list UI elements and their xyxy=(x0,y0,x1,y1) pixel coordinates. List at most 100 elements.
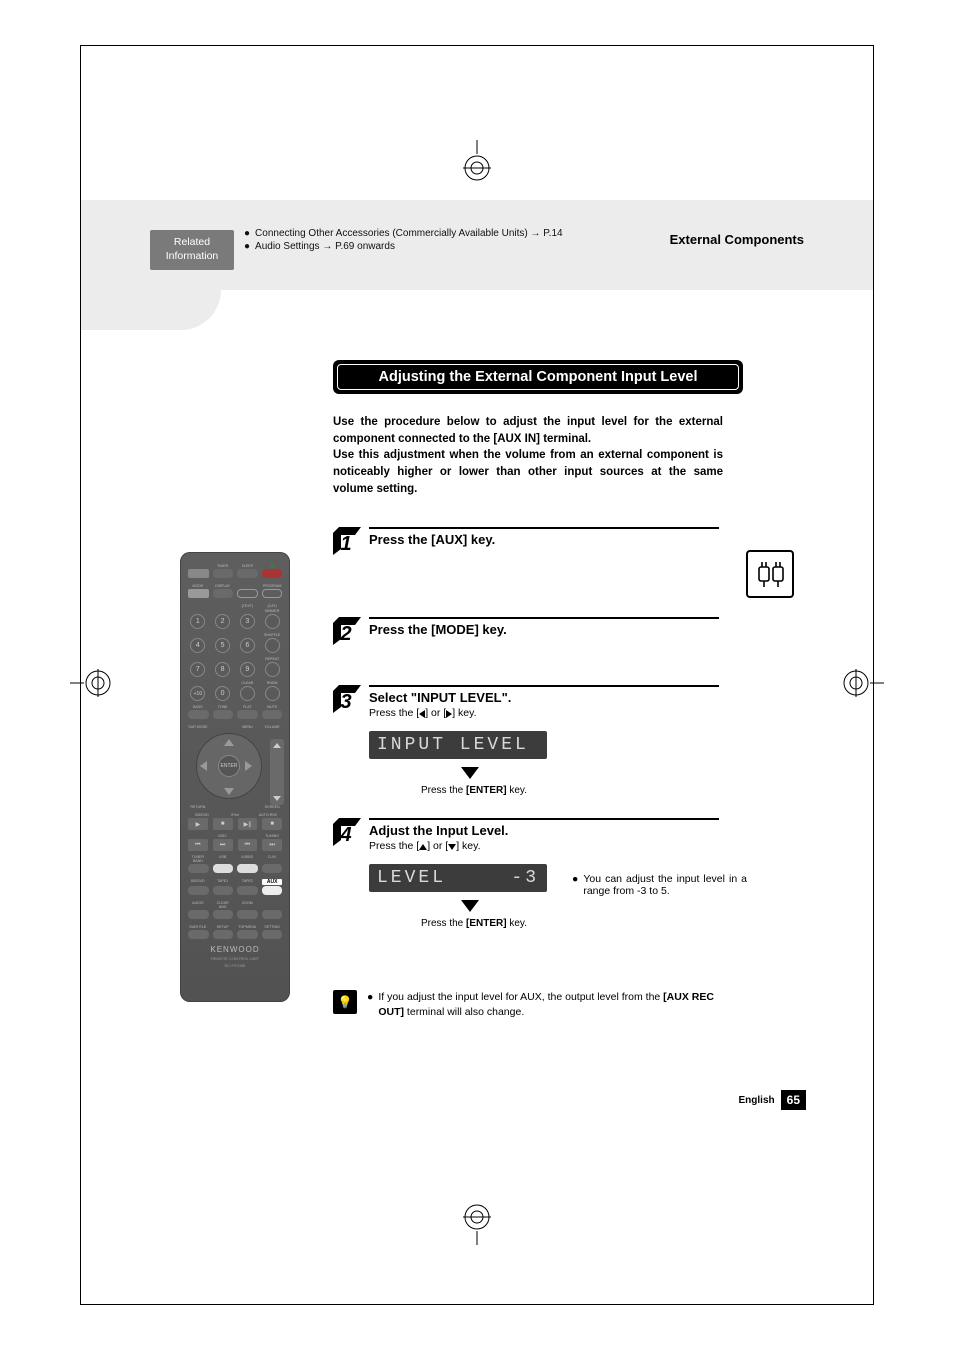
remote-prev-button[interactable]: ⏮ xyxy=(188,839,208,851)
remote-dpad[interactable]: ENTER xyxy=(188,733,282,801)
remote-next-button[interactable]: ⏭ xyxy=(213,839,233,851)
lcd-display-level: LEVEL -3 xyxy=(369,864,547,892)
step3-enter: Press the [ENTER] key. xyxy=(421,785,719,796)
remote-logo: KENWOOD xyxy=(188,945,282,954)
remote-num-6[interactable]: 6 xyxy=(240,638,255,653)
remote-num-1[interactable]: 1 xyxy=(190,614,205,629)
crop-mark-left xyxy=(70,660,116,706)
remote-sleep-button[interactable] xyxy=(237,569,258,578)
remote-playpause-button[interactable]: ▶∥ xyxy=(238,818,258,830)
remote-usb-button[interactable] xyxy=(213,864,234,873)
remote-num-2[interactable]: 2 xyxy=(215,614,230,629)
remote-dimmer-button[interactable] xyxy=(265,614,280,629)
remote-clear-button[interactable] xyxy=(240,686,255,701)
related-notes: ●Connecting Other Accessories (Commercia… xyxy=(244,228,563,254)
remote-din-button[interactable] xyxy=(262,864,283,873)
remote-num-9[interactable]: 9 xyxy=(240,662,255,677)
remote-num-4[interactable]: 4 xyxy=(190,638,205,653)
intro-text: Use the procedure below to adjust the in… xyxy=(333,414,723,497)
footer-lang: English xyxy=(739,1095,775,1106)
step3-sub: Press the [] or [] key. xyxy=(369,707,719,719)
step1-title: Press the [AUX] key. xyxy=(369,532,719,547)
remote-power-button[interactable] xyxy=(262,569,283,578)
crop-mark-top xyxy=(454,140,500,186)
remote-display-button[interactable] xyxy=(213,589,234,598)
svg-text:4: 4 xyxy=(339,824,351,846)
remote-repeat-button[interactable] xyxy=(265,662,280,677)
step4-enter: Press the [ENTER] key. xyxy=(421,918,719,929)
remote-ff-button[interactable]: ⏭ xyxy=(262,839,282,851)
remote-zoom-button[interactable] xyxy=(237,910,258,919)
remote-rew-button[interactable]: ⏮ xyxy=(238,839,258,851)
remote-tone-button[interactable] xyxy=(213,710,234,719)
up-arrow-icon xyxy=(419,844,427,850)
remote-eject-button[interactable] xyxy=(188,569,209,578)
remote-tuner-button[interactable] xyxy=(188,864,209,873)
remote-enter-button[interactable]: ENTER xyxy=(218,755,240,777)
tip-icon: 💡 xyxy=(333,990,357,1014)
remote-clearang-button[interactable] xyxy=(213,910,234,919)
remote-audio-button[interactable] xyxy=(188,910,209,919)
related-line2: Information xyxy=(166,250,219,264)
remote-sublogo2: RC-F0705E xyxy=(188,963,282,968)
remote-timer-button[interactable] xyxy=(213,569,234,578)
remote-flat-button[interactable] xyxy=(237,710,258,719)
step-badge-3: 3 xyxy=(333,685,361,713)
remote-tape1-button[interactable] xyxy=(213,886,234,895)
remote-volume-rocker[interactable] xyxy=(270,739,284,805)
remote-num-3[interactable]: 3 xyxy=(240,614,255,629)
remote-iusb-button[interactable] xyxy=(237,864,258,873)
step4-title: Adjust the Input Level. xyxy=(369,823,719,838)
remote-program-button[interactable] xyxy=(262,589,283,598)
remote-setup-button[interactable] xyxy=(213,930,234,939)
remote-stop-button[interactable]: ■ xyxy=(213,818,233,830)
remote-bass-button[interactable] xyxy=(188,710,209,719)
range-note: ●You can adjust the input level in a ran… xyxy=(572,873,747,897)
remote-mute-button[interactable] xyxy=(262,710,283,719)
remote-sublogo1: REMOTE CONTROL UNIT xyxy=(188,956,282,961)
remote-num-plus10[interactable]: +10 xyxy=(190,686,205,701)
svg-text:2: 2 xyxy=(339,623,351,645)
main-title-pill: Adjusting the External Component Input L… xyxy=(333,360,743,394)
step-badge-2: 2 xyxy=(333,617,361,645)
related-info-badge: Related Information xyxy=(150,230,234,270)
page-footer: English 65 xyxy=(739,1090,806,1110)
tip-text: ● If you adjust the input level for AUX,… xyxy=(367,990,733,1019)
remote-subtitle-button[interactable] xyxy=(188,930,209,939)
related-note-0: Connecting Other Accessories (Commercial… xyxy=(255,228,563,239)
step4-sub: Press the [] or [] key. xyxy=(369,840,719,852)
remote-control: TIMERSLEEP⏻ MODEDISPLAYPROGRAM (TEXT)(CA… xyxy=(180,552,290,1002)
crop-mark-bottom xyxy=(454,1199,500,1245)
remote-num-8[interactable]: 8 xyxy=(215,662,230,677)
remote-stop2-button[interactable]: ■ xyxy=(262,818,282,830)
down-arrow-icon-2 xyxy=(461,900,719,912)
main-title: Adjusting the External Component Input L… xyxy=(337,364,739,390)
remote-bddvd-button[interactable] xyxy=(188,886,209,895)
remote-setting-button[interactable] xyxy=(262,930,283,939)
remote-topmenu-button[interactable] xyxy=(237,930,258,939)
down-arrow-icon xyxy=(461,767,719,779)
plug-icon xyxy=(746,550,794,598)
remote-text-button[interactable] xyxy=(237,589,258,598)
section-title: External Components xyxy=(670,232,804,247)
remote-blank-button[interactable] xyxy=(262,910,283,919)
remote-rndm-button[interactable] xyxy=(265,686,280,701)
remote-num-5[interactable]: 5 xyxy=(215,638,230,653)
related-line1: Related xyxy=(174,236,210,250)
remote-aux-button[interactable] xyxy=(262,886,283,895)
page-number: 65 xyxy=(781,1090,806,1110)
step-badge-4: 4 xyxy=(333,818,361,846)
crop-mark-right xyxy=(838,660,884,706)
related-note-1: Audio Settings → P.69 onwards xyxy=(255,241,395,252)
remote-mode-button[interactable] xyxy=(188,589,209,598)
tip-box: 💡 ● If you adjust the input level for AU… xyxy=(333,990,733,1019)
svg-text:1: 1 xyxy=(340,533,351,555)
remote-play-button[interactable]: ▶ xyxy=(188,818,208,830)
step-badge-1: 1 xyxy=(333,527,361,555)
remote-shuffle-button[interactable] xyxy=(265,638,280,653)
remote-tape2-button[interactable] xyxy=(237,886,258,895)
step2-title: Press the [MODE] key. xyxy=(369,622,719,637)
remote-num-7[interactable]: 7 xyxy=(190,662,205,677)
svg-text:3: 3 xyxy=(340,691,351,713)
remote-num-0[interactable]: 0 xyxy=(215,686,230,701)
